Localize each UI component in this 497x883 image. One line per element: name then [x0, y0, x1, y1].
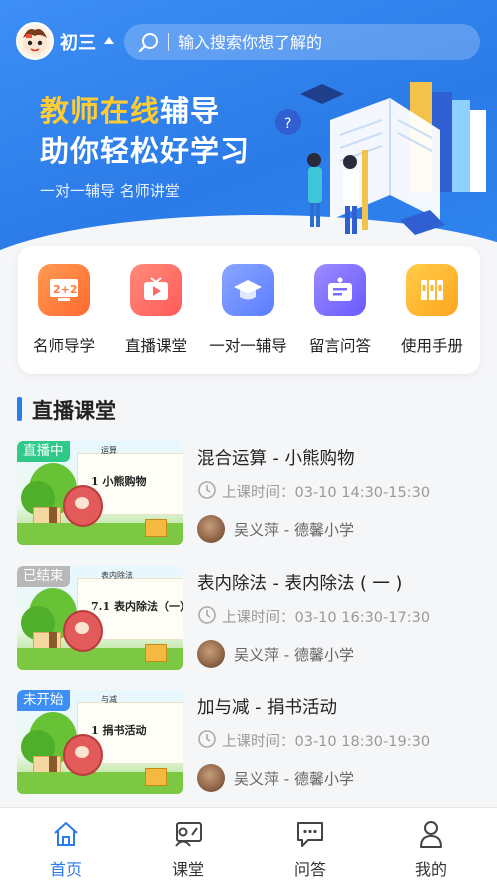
- gift-illustration: [145, 768, 167, 786]
- apple-face: [75, 622, 89, 634]
- cartoon-avatar-icon: [23, 29, 47, 55]
- user-avatar[interactable]: [16, 22, 54, 60]
- caret-up-icon[interactable]: [104, 37, 114, 44]
- course-title[interactable]: 混合运算 - 小熊购物: [197, 445, 354, 470]
- status-badge: 已结束: [17, 566, 70, 587]
- classroom-icon: [148, 818, 228, 850]
- quick-nav-card: 2+2 名师导学 直播课堂 一对一辅导 留言问答 使用手册: [18, 246, 480, 374]
- search-input[interactable]: [178, 24, 468, 60]
- thumbnail-title: 1 小熊购物: [91, 475, 147, 488]
- course-item[interactable]: 运算 1 小熊购物 直播中 混合运算 - 小熊购物 上课时间：03-10 14:…: [17, 441, 487, 545]
- course-time: 上课时间：03-10 18:30-19:30: [222, 734, 431, 750]
- nav-label: 使用手册: [400, 337, 463, 355]
- tab-home[interactable]: 首页: [26, 818, 106, 880]
- teachers-book-illustration: ?: [275, 82, 486, 235]
- course-time: 上课时间：03-10 14:30-15:30: [222, 485, 431, 501]
- section-title: 直播课堂: [32, 399, 116, 423]
- nav-label: 直播课堂: [124, 337, 187, 355]
- banner-title-line1: 教师在线辅导: [40, 88, 220, 130]
- svg-text:?: ?: [284, 116, 291, 132]
- course-item[interactable]: 与减 1 捐书活动 未开始 加与减 - 捐书活动 上课时间：03-10 18:3…: [17, 690, 487, 794]
- section-accent-bar: [17, 397, 22, 421]
- nav-item-one-on-one[interactable]: 一对一辅导: [202, 264, 294, 356]
- home-icon: [26, 818, 106, 850]
- course-thumbnail[interactable]: 运算 1 小熊购物 直播中: [17, 441, 183, 545]
- math-board-icon: 2+2: [38, 264, 90, 316]
- teacher-avatar: [197, 764, 225, 792]
- banner-title-line2: 助你轻松好学习: [40, 134, 251, 168]
- search-bar[interactable]: [124, 24, 480, 60]
- top-bar: 初三: [0, 22, 497, 62]
- gift-illustration: [145, 519, 167, 537]
- tab-label: 我的: [414, 860, 447, 879]
- profile-icon: [391, 818, 471, 850]
- course-title[interactable]: 加与减 - 捐书活动: [197, 694, 337, 719]
- teacher-avatar: [197, 515, 225, 543]
- status-badge: 未开始: [17, 690, 70, 711]
- clock-icon: [198, 606, 216, 624]
- clock-icon: [198, 730, 216, 748]
- nav-item-message-qa[interactable]: 留言问答: [294, 264, 386, 356]
- banner-subtitle: 一对一辅导 名师讲堂: [40, 182, 180, 200]
- teacher-name: 吴义萍 - 德馨小学: [234, 646, 354, 664]
- grade-selector[interactable]: 初三: [60, 29, 96, 55]
- nav-label: 名师导学: [32, 337, 95, 355]
- thumbnail-small-text: 表内除法: [101, 571, 133, 580]
- svg-text:2+2: 2+2: [53, 283, 78, 296]
- nav-item-user-manual[interactable]: 使用手册: [386, 264, 478, 356]
- chat-icon: [270, 818, 350, 850]
- apple-face: [75, 497, 89, 509]
- teacher-name: 吴义萍 - 德馨小学: [234, 770, 354, 788]
- clock-icon: [198, 481, 216, 499]
- course-time: 上课时间：03-10 16:30-17:30: [222, 610, 431, 626]
- search-icon: [138, 33, 158, 52]
- tab-label: 课堂: [171, 860, 204, 879]
- teacher-name: 吴义萍 - 德馨小学: [234, 521, 354, 539]
- tab-qa[interactable]: 问答: [270, 818, 350, 880]
- tab-label: 首页: [49, 860, 82, 879]
- bottom-tab-bar: 首页 课堂 问答 我的: [0, 807, 497, 883]
- thumbnail-title: 7.1 表内除法（一）: [91, 600, 183, 613]
- nav-label: 留言问答: [308, 337, 371, 355]
- course-title[interactable]: 表内除法 - 表内除法 ( 一 ): [197, 570, 402, 595]
- message-board-icon: [314, 264, 366, 316]
- thumbnail-small-text: 与减: [101, 695, 117, 704]
- teacher-avatar: [197, 640, 225, 668]
- graduation-cap-icon: [222, 264, 274, 316]
- thumbnail-small-text: 运算: [101, 446, 117, 455]
- course-thumbnail[interactable]: 与减 1 捐书活动 未开始: [17, 690, 183, 794]
- live-video-icon: [130, 264, 182, 316]
- tab-label: 问答: [293, 860, 326, 879]
- banner-title-highlight: 教师在线: [40, 94, 161, 128]
- nav-label: 一对一辅导: [209, 337, 287, 355]
- status-badge: 直播中: [17, 441, 70, 462]
- thumbnail-title: 1 捐书活动: [91, 724, 147, 737]
- tab-profile[interactable]: 我的: [391, 818, 471, 880]
- apple-face: [75, 746, 89, 758]
- nav-item-famous-teacher[interactable]: 2+2 名师导学: [18, 264, 110, 356]
- search-divider: [168, 33, 169, 51]
- banner-title-rest: 辅导: [160, 94, 221, 128]
- tab-classroom[interactable]: 课堂: [148, 818, 228, 880]
- course-item[interactable]: 表内除法 7.1 表内除法（一） 已结束 表内除法 - 表内除法 ( 一 ) 上…: [17, 566, 487, 670]
- books-icon: [406, 264, 458, 316]
- gift-illustration: [145, 644, 167, 662]
- course-thumbnail[interactable]: 表内除法 7.1 表内除法（一） 已结束: [17, 566, 183, 670]
- nav-item-live-class[interactable]: 直播课堂: [110, 264, 202, 356]
